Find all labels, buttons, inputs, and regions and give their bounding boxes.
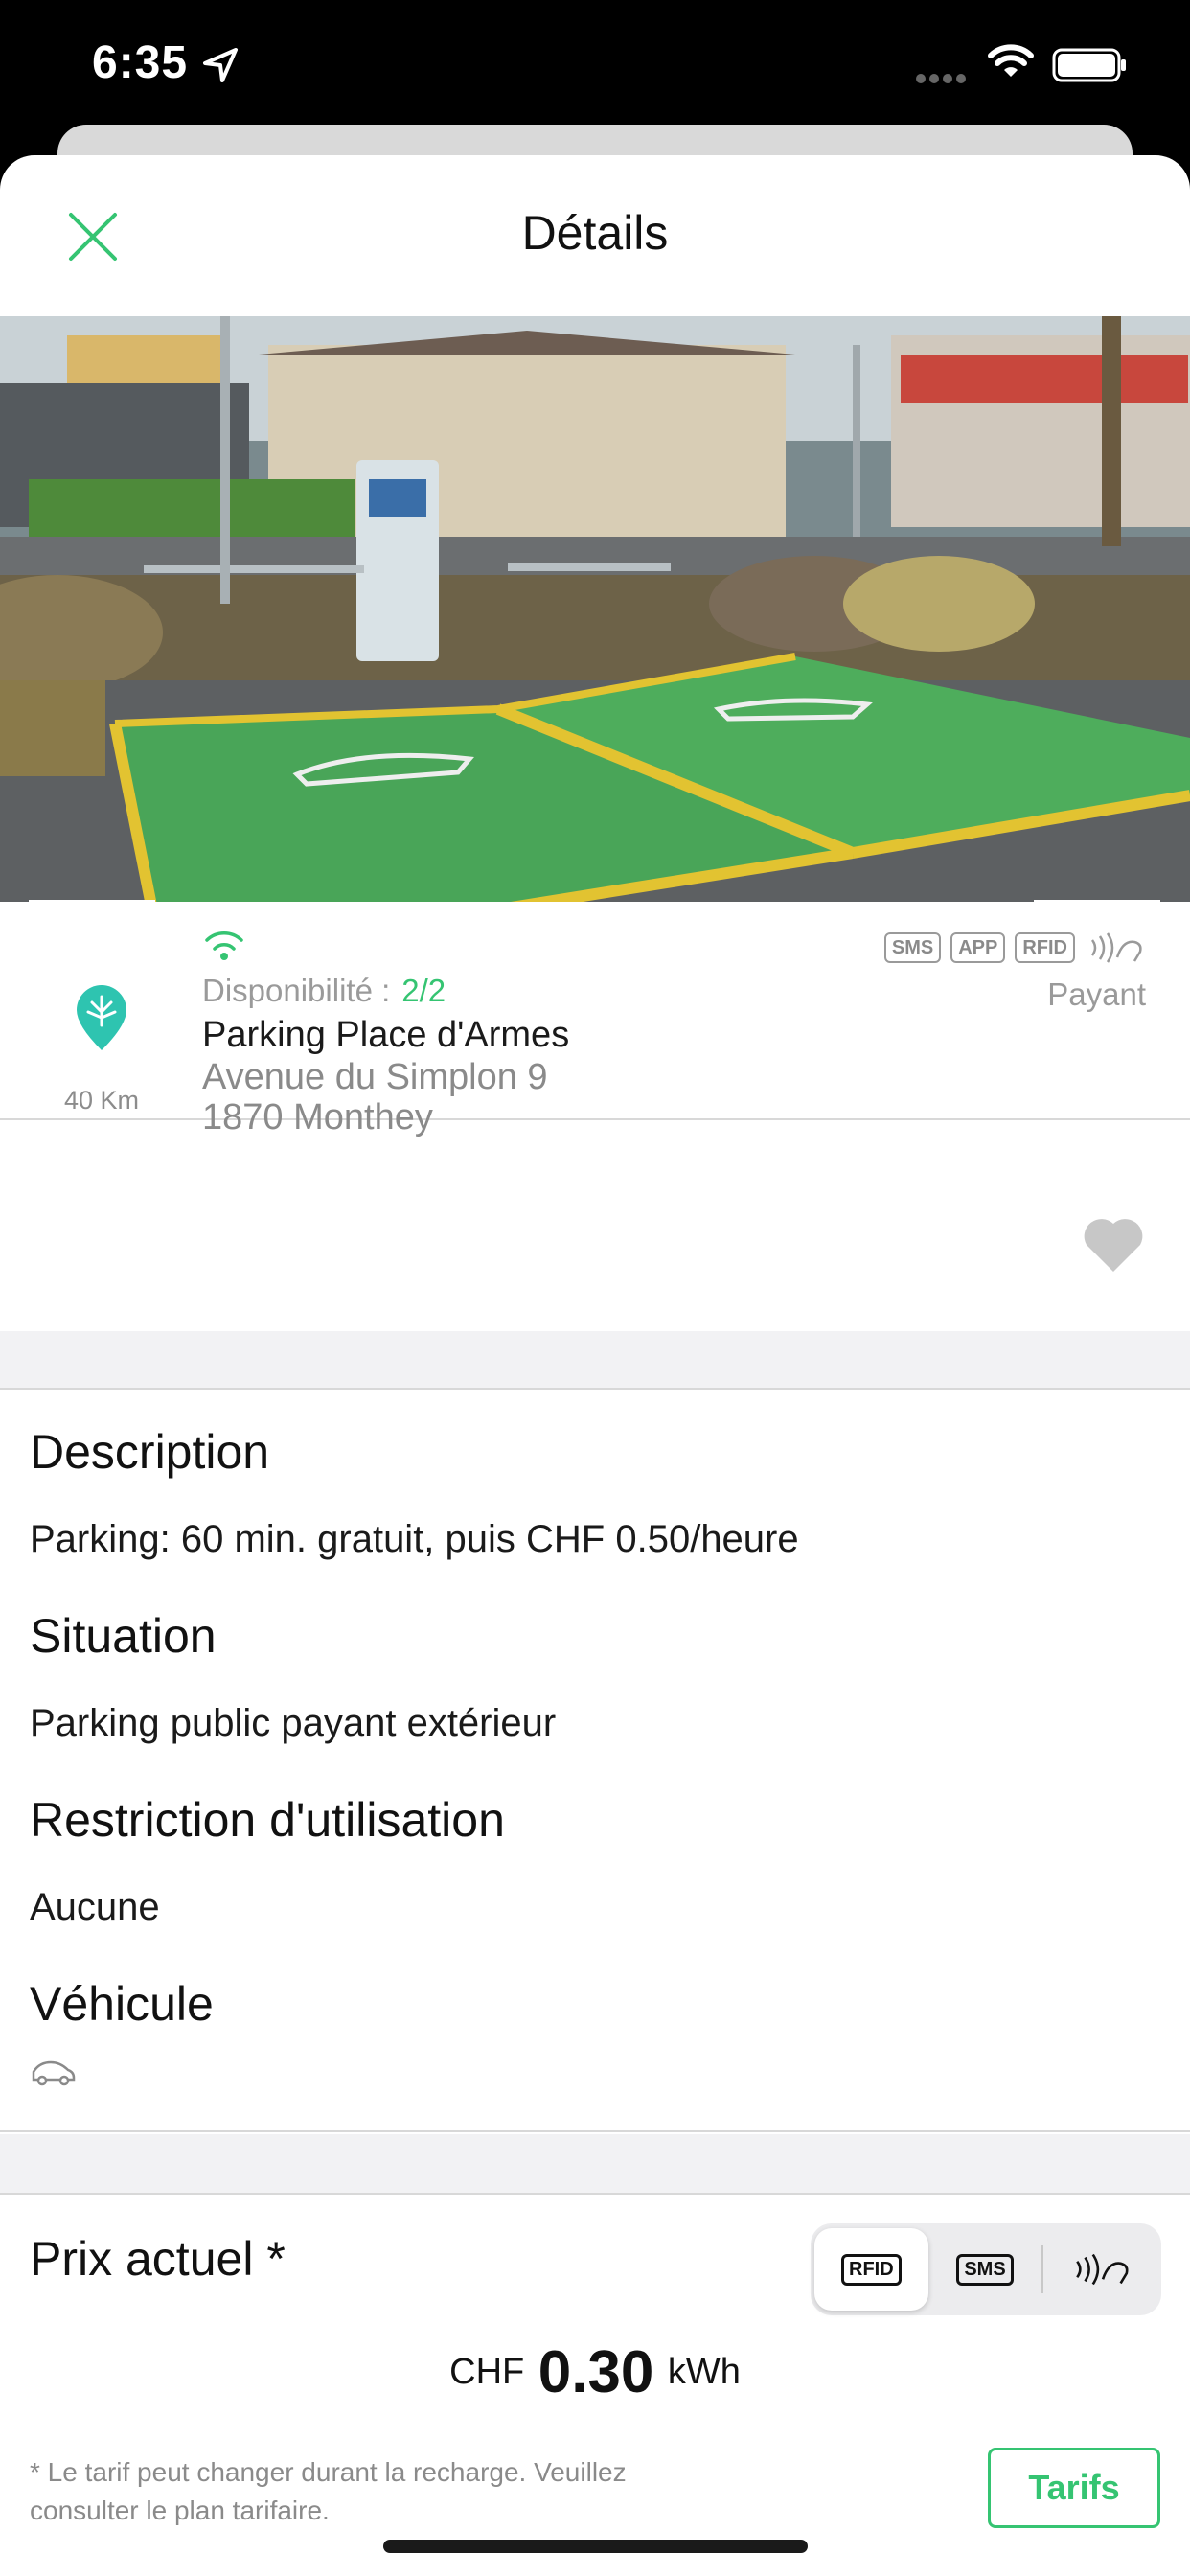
tab-sms[interactable]: SMS (928, 2228, 1042, 2311)
battery-icon (1052, 48, 1126, 82)
home-indicator (383, 2540, 808, 2553)
pricing-type: Payant (1047, 977, 1146, 1012)
price-value: 0.30 (538, 2339, 654, 2405)
section-separator (0, 1331, 1190, 1390)
section-separator-2 (0, 2134, 1190, 2195)
station-info[interactable]: 40 Km Disponibilité : 2/2 Parking Place d… (0, 902, 1190, 1138)
tab-contactless[interactable] (1043, 2228, 1157, 2311)
current-price: CHF 0.30 kWh (0, 2338, 1190, 2406)
car-icon (32, 2060, 76, 2086)
availability: Disponibilité : 2/2 (202, 973, 446, 1009)
price-footnote: * Le tarif peut changer durant la rechar… (30, 2457, 627, 2525)
page-title: Détails (521, 206, 669, 260)
situation-text: Parking public payant extérieur (30, 1702, 557, 1744)
tab-sms-label: SMS (956, 2253, 1014, 2286)
favorite-heart-icon[interactable] (1079, 1212, 1148, 1274)
price-title: Prix actuel * (30, 2232, 286, 2286)
payment-method-selector[interactable]: RFID SMS (811, 2223, 1161, 2315)
availability-label: Disponibilité : (202, 973, 391, 1008)
station-pin-icon (77, 985, 126, 1050)
availability-value: 2/2 (401, 973, 446, 1008)
station-city: 1870 Monthey (202, 1097, 433, 1138)
station-street: Avenue du Simplon 9 (202, 1057, 548, 1097)
payment-methods: SMS APP RFID (883, 931, 1146, 965)
connected-wifi-icon (205, 932, 243, 960)
vehicle-title: Véhicule (30, 1977, 214, 2031)
situation-title: Situation (30, 1609, 217, 1663)
restriction-title: Restriction d'utilisation (30, 1793, 505, 1847)
price-section: Prix actuel * RFID SMS CHF 0.30 kWh * Le… (0, 2195, 1190, 2576)
badge-app: APP (950, 932, 1006, 963)
status-time: 6:35 (92, 37, 189, 88)
contactless-icon (1090, 932, 1142, 963)
distance-label: 40 Km (63, 1086, 140, 1115)
badge-sms: SMS (883, 932, 942, 963)
tab-rfid-label: RFID (841, 2253, 902, 2286)
contactless-payment-icon (1075, 2253, 1129, 2286)
station-name: Parking Place d'Armes (202, 1015, 570, 1055)
nav-bar: Détails (0, 155, 1190, 316)
cellular-signal-icon (916, 74, 966, 83)
restriction-text: Aucune (30, 1886, 160, 1928)
description-text: Parking: 60 min. gratuit, puis CHF 0.50/… (30, 1518, 799, 1560)
badge-rfid: RFID (1015, 932, 1075, 963)
description-title: Description (30, 1425, 270, 1479)
details-section: Description Parking: 60 min. gratuit, pu… (0, 1390, 1190, 2132)
status-bar: 6:35 (0, 0, 1190, 125)
wifi-icon (988, 44, 1034, 77)
tarifs-button[interactable]: Tarifs (988, 2448, 1160, 2528)
price-currency: CHF (449, 2352, 525, 2392)
location-arrow-icon (203, 48, 238, 82)
price-unit: kWh (667, 2352, 741, 2392)
tab-rfid[interactable]: RFID (814, 2228, 928, 2311)
